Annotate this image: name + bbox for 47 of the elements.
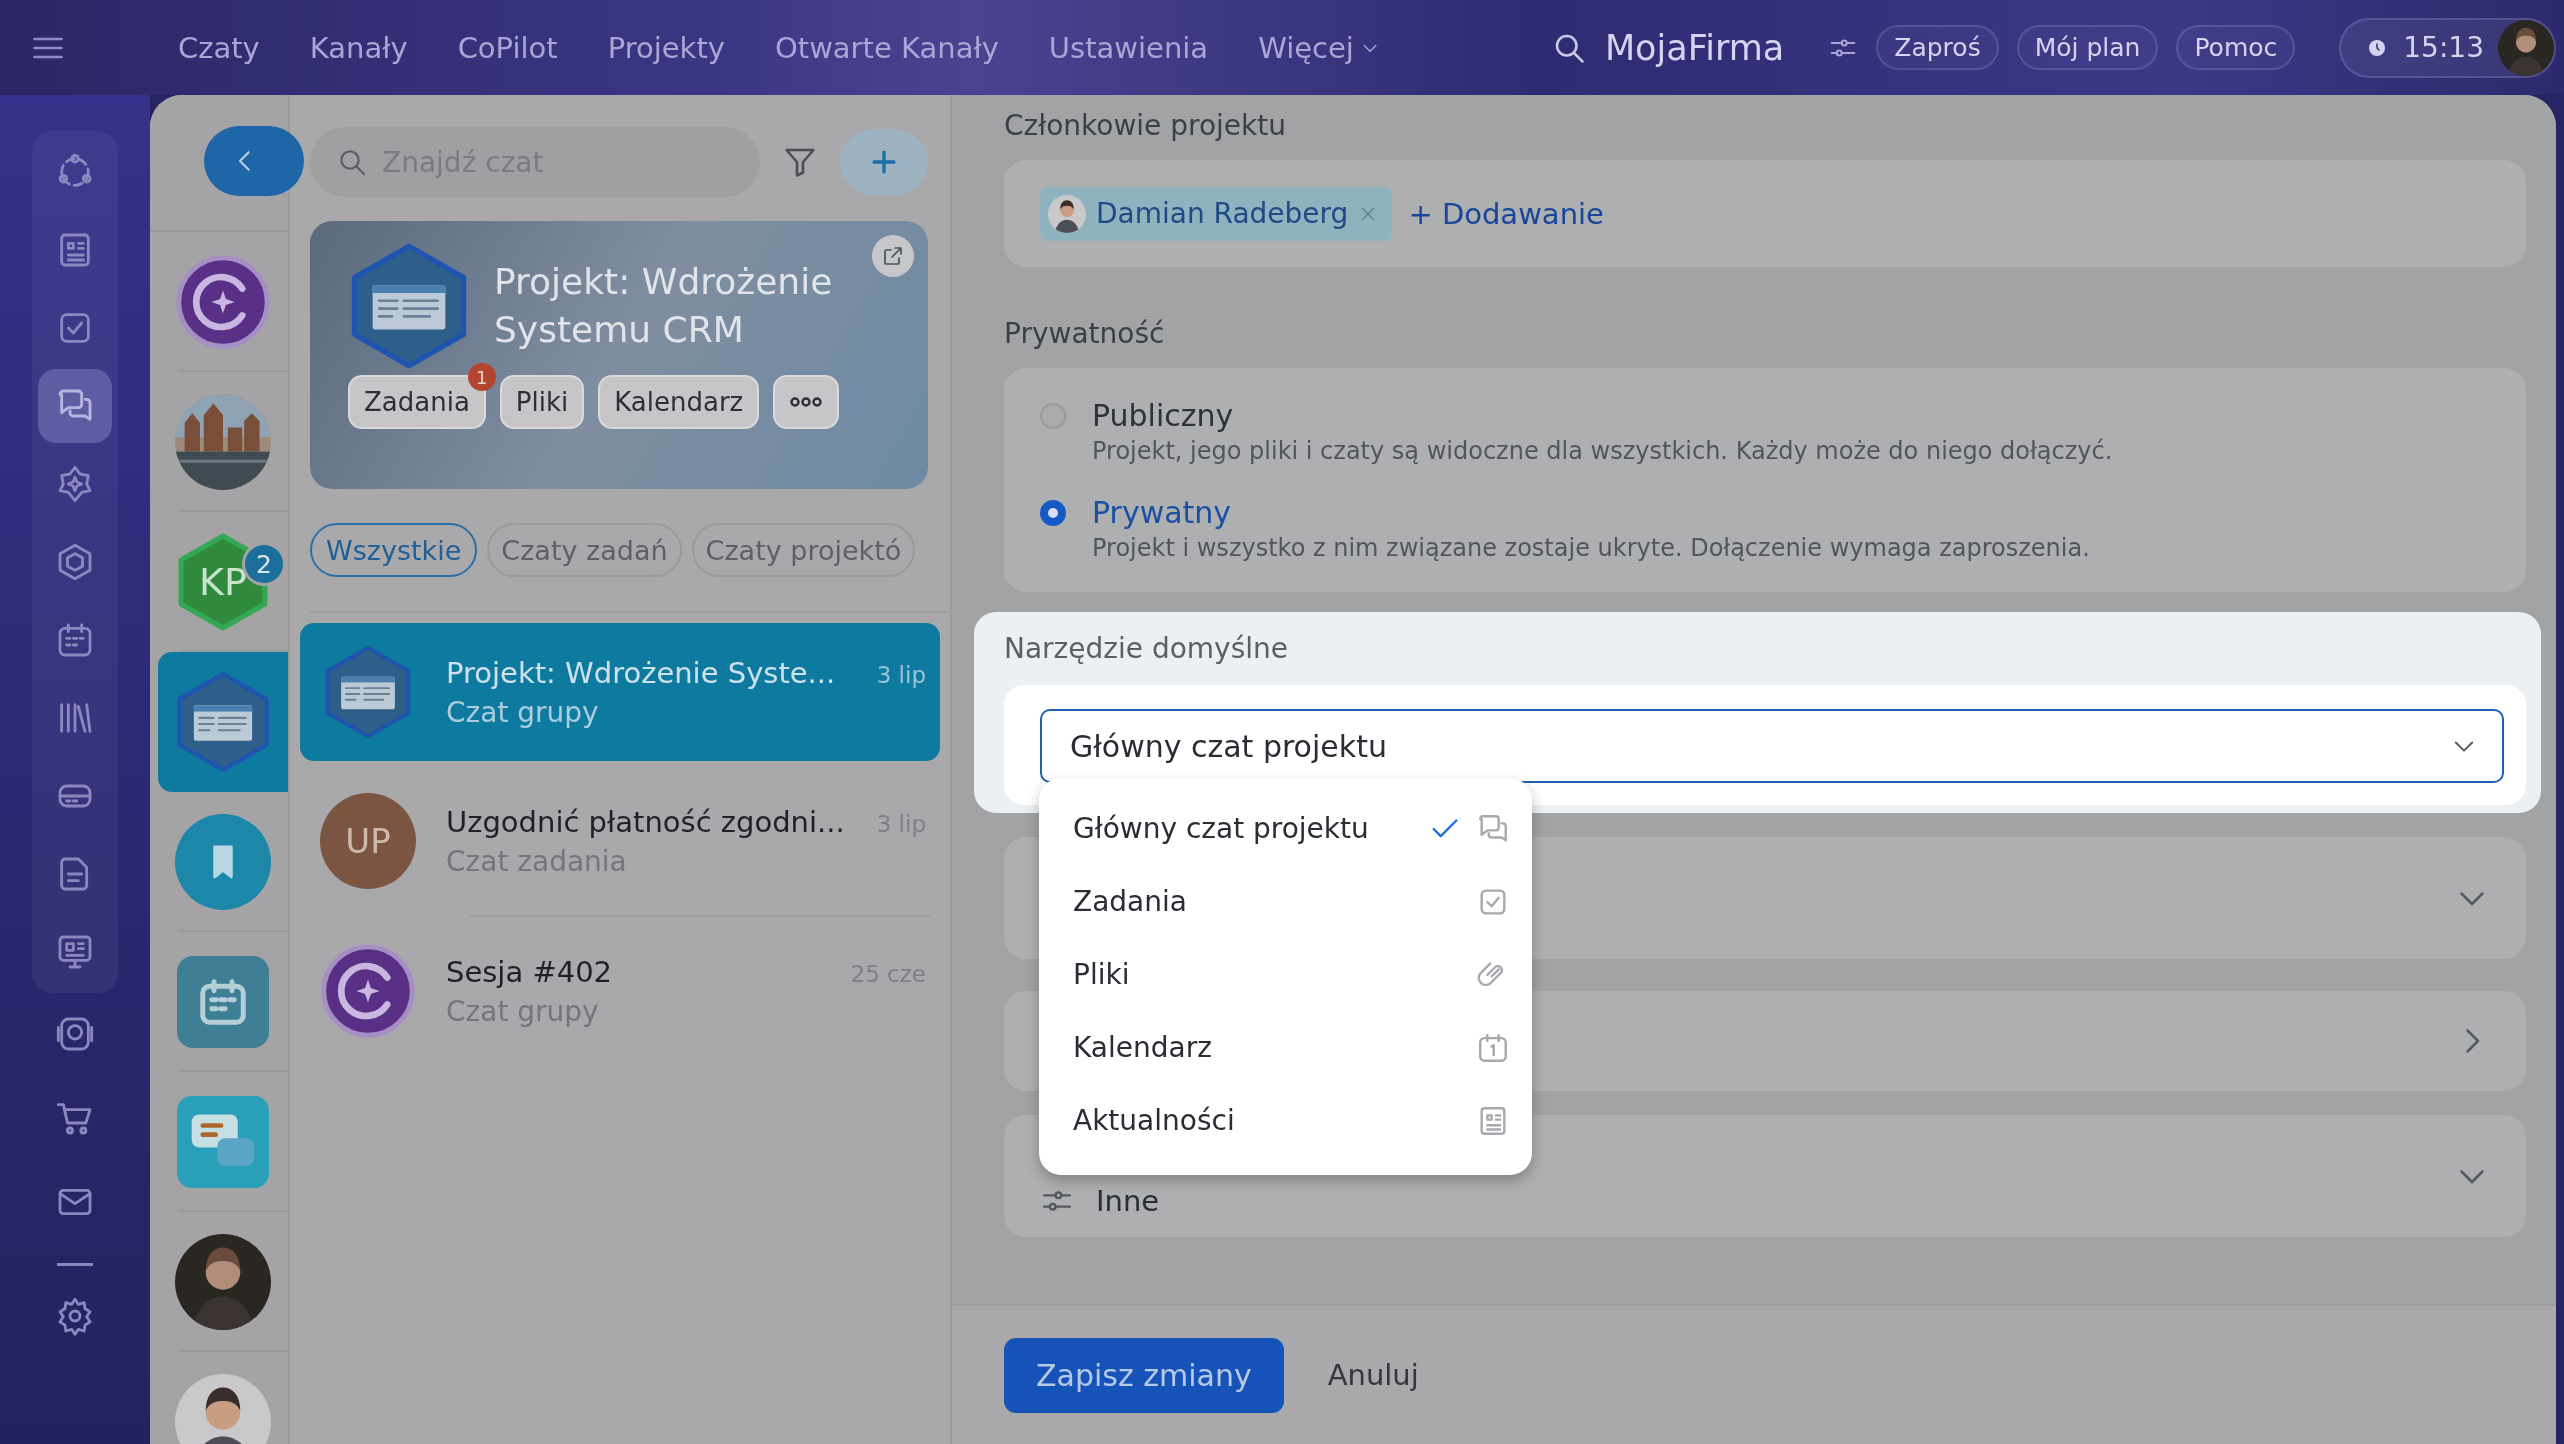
sidebar-item[interactable] xyxy=(38,369,112,443)
chat-title: Uzgodnić płatność zgodni... xyxy=(446,804,845,839)
chat-date: 3 lip xyxy=(876,661,926,688)
option-title: Publiczny xyxy=(1092,398,1235,433)
menu-item[interactable]: Główny czat projektu xyxy=(1039,792,1532,865)
nav-item[interactable]: Otwarte Kanały xyxy=(774,30,999,65)
chat-title: Sesja #402 xyxy=(446,954,613,989)
recent-chat[interactable] xyxy=(158,652,288,792)
project-title: Projekt: Wdrożenie Systemu CRM xyxy=(494,259,834,352)
company-name: MojaFirma xyxy=(1604,27,1785,68)
section-label: Członkowie projektu xyxy=(1004,109,1287,142)
header-button[interactable]: Pomoc xyxy=(2176,25,2296,70)
radio-button[interactable] xyxy=(1040,499,1066,526)
option-description: Projekt i wszystko z nim związane zostaje ukryte. Dołączenie wymaga zaproszenia. xyxy=(1092,534,2091,562)
tool-button[interactable]: Kalendarz xyxy=(598,375,760,429)
save-button[interactable]: Zapisz zmiany xyxy=(1004,1337,1284,1413)
menu-item[interactable]: Pliki xyxy=(1039,938,1532,1011)
nav-item[interactable]: Projekty xyxy=(607,30,725,65)
tool-button[interactable]: Pliki xyxy=(499,375,585,429)
menu-item[interactable]: Kalendarz xyxy=(1039,1011,1532,1084)
section-title: Inne xyxy=(1096,1184,1160,1218)
option-title: Prywatny xyxy=(1092,495,1233,530)
chat-item[interactable]: Projekt: Wdrożenie Syste... 3 lip Czat grupy xyxy=(300,623,940,761)
nav-item[interactable]: Czaty xyxy=(178,30,260,65)
section-label: Narzędzie domyślne xyxy=(1004,632,1289,665)
header-button[interactable]: Mój plan xyxy=(2016,25,2159,70)
menu-item[interactable]: Zadania xyxy=(1039,865,1532,938)
time-text: 15:13 xyxy=(2403,31,2484,64)
nav-item[interactable]: Kanały xyxy=(309,30,408,65)
chat-title: Projekt: Wdrożenie Syste... xyxy=(446,655,836,690)
count-badge: 1 xyxy=(467,363,496,391)
nav-item[interactable]: CoPilot xyxy=(457,30,558,65)
open-external-button[interactable] xyxy=(872,235,914,277)
header-button[interactable]: Zaproś xyxy=(1876,25,1999,70)
option-description: Projekt, jego pliki i czaty są widoczne dla wszystkich. Każdy może do niego dołączyć. xyxy=(1092,437,2114,465)
section-label: Prywatność xyxy=(1004,317,1166,350)
cancel-link[interactable]: Anuluj xyxy=(1327,1358,1419,1392)
initials-avatar: UP xyxy=(320,793,416,889)
chat-subtitle: Czat grupy xyxy=(446,695,600,729)
add-link[interactable]: + Dodawanie xyxy=(1408,196,1604,231)
member-name: Damian Radeberg xyxy=(1096,197,1349,230)
more-button[interactable] xyxy=(773,375,840,429)
external-link-icon xyxy=(881,244,905,268)
nav-item[interactable]: Ustawienia xyxy=(1048,30,1209,65)
clock-widget[interactable]: 15:13 xyxy=(2339,17,2556,78)
nav-item[interactable]: Więcej xyxy=(1258,30,1380,65)
member-chip[interactable]: Damian Radeberg xyxy=(1040,186,1393,241)
